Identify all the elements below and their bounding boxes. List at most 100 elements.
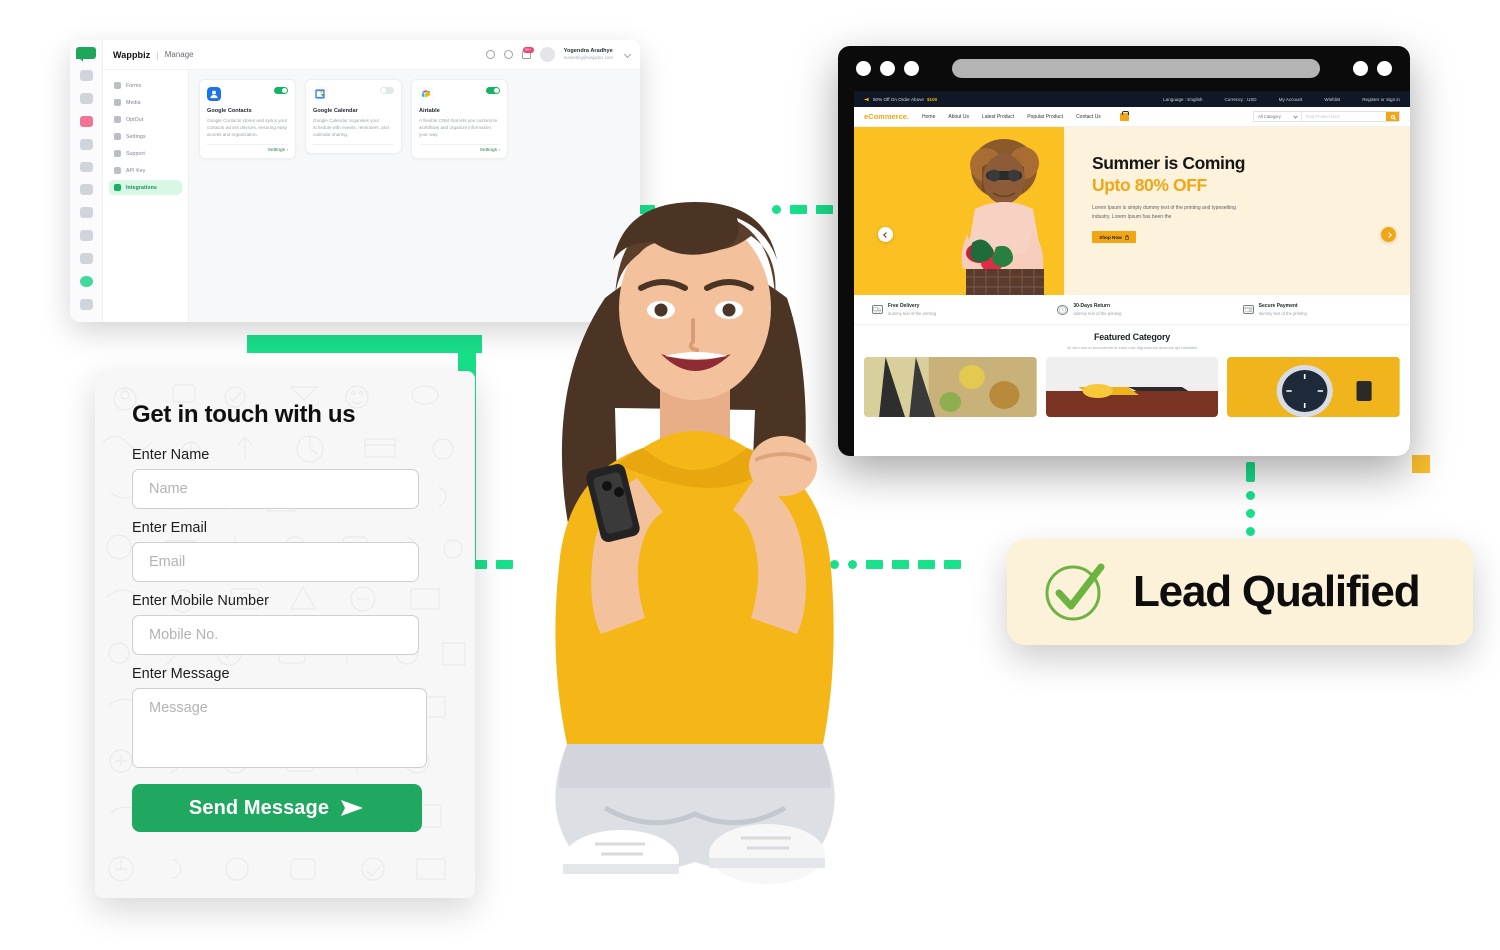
browser-address-bar[interactable]: [952, 59, 1320, 78]
user-name: Yogendra Aradhye: [563, 48, 613, 54]
sidebar-item-optout[interactable]: OptOut: [109, 112, 182, 127]
wishlist-link[interactable]: Wishlist: [1324, 97, 1340, 102]
rail-campaign-icon[interactable]: [79, 115, 93, 127]
nav-item-home[interactable]: Home: [922, 114, 935, 120]
feature-30-days-return: 30-Days Return dummy text of the printin…: [1039, 303, 1224, 316]
check-circle-icon: [1045, 563, 1105, 621]
divider: [419, 144, 500, 145]
lead-qualified-label: Lead Qualified: [1133, 567, 1421, 616]
send-plane-icon: [341, 800, 364, 816]
integration-toggle[interactable]: [380, 87, 394, 94]
sidebar-item-forms[interactable]: Forms: [109, 78, 182, 93]
send-message-button[interactable]: Send Message: [132, 784, 422, 832]
divider: [207, 144, 288, 145]
chevron-down-icon[interactable]: [623, 50, 632, 59]
header-actions: 99+ Yogendra Aradhye marketing@wappbiz.c…: [485, 47, 632, 62]
ecommerce-navbar: eCommerce. Home About Us Latest Product …: [854, 107, 1410, 127]
shop-now-button[interactable]: Shop Now: [1092, 231, 1136, 243]
mobile-input[interactable]: Mobile No.: [132, 615, 419, 655]
promo-text: 50% Off On Order Above: [873, 96, 924, 102]
category-card-watch[interactable]: [1227, 357, 1401, 417]
forms-icon: [114, 82, 121, 89]
sidebar-label: Settings: [126, 133, 146, 140]
dashboard-sidebar: Forms Media OptOut Settings Support API …: [103, 70, 189, 322]
card-settings-link[interactable]: Settings ›: [207, 148, 288, 153]
nav-item-latest-product[interactable]: Latest Product: [982, 114, 1014, 120]
browser-minimize-dot[interactable]: [880, 61, 895, 76]
sidebar-item-settings[interactable]: Settings: [109, 129, 182, 144]
integration-card[interactable]: Google Contacts Google Contacts stores a…: [199, 79, 296, 159]
send-button-label: Send Message: [188, 796, 330, 819]
search-input[interactable]: Find Product Here: [1302, 112, 1386, 121]
sidebar-item-support[interactable]: Support: [109, 146, 182, 161]
dashboard-brand: Wappbiz: [113, 49, 151, 60]
card-description: Google Calendar organises your schedule …: [313, 118, 389, 137]
watch-category-image: [1227, 357, 1401, 417]
nav-item-popular-product[interactable]: Popular Product: [1027, 114, 1063, 120]
chevron-down-icon: [1293, 114, 1298, 119]
wallet-icon[interactable]: [503, 50, 513, 59]
features-strip: Free Delivery dummy text of the printing…: [854, 295, 1410, 325]
notifications-bell-icon[interactable]: 99+: [521, 47, 534, 59]
promo-banner: 50% Off On Order Above $100: [864, 97, 937, 102]
language-selector[interactable]: Language : English: [1163, 97, 1202, 102]
rail-bot-icon[interactable]: [79, 230, 93, 242]
promo-amount: $100: [926, 96, 938, 102]
category-select-value: All Category: [1258, 114, 1281, 119]
sidebar-item-integrations[interactable]: Integrations: [109, 180, 182, 195]
message-textarea[interactable]: Message: [132, 688, 427, 768]
sidebar-label: Support: [126, 150, 145, 157]
megaphone-icon: [864, 97, 869, 101]
category-card-eyewear[interactable]: [1045, 357, 1219, 417]
browser-action-dot-1[interactable]: [1353, 61, 1368, 76]
search-button[interactable]: [1386, 112, 1399, 121]
avatar[interactable]: [539, 47, 555, 62]
eyewear-category-image: [1045, 357, 1219, 417]
name-input[interactable]: Name: [132, 469, 419, 509]
integration-toggle[interactable]: [486, 87, 500, 94]
dashboard-header: Wappbiz | Manage 99+ Yogendra Aradhye ma…: [103, 40, 640, 70]
person-photo: [555, 202, 835, 890]
currency-selector[interactable]: Currency : USD: [1224, 97, 1256, 102]
nav-item-contact-us[interactable]: Contact Us: [1076, 114, 1101, 120]
sidebar-label: Forms: [126, 82, 142, 89]
return-clock-icon: [1057, 304, 1069, 315]
rail-templates-icon[interactable]: [79, 184, 93, 196]
rail-dashboard-icon[interactable]: [79, 69, 93, 81]
my-account-link[interactable]: My Account: [1279, 97, 1303, 102]
help-icon[interactable]: [485, 50, 495, 59]
shopping-bag-icon[interactable]: [1119, 110, 1129, 121]
hero-model-photo: [961, 139, 1044, 295]
browser-close-dot[interactable]: [856, 61, 871, 76]
sidebar-item-api-key[interactable]: API Key: [109, 163, 182, 178]
rail-inbox-icon[interactable]: [79, 92, 93, 104]
email-input[interactable]: Email: [132, 542, 419, 582]
integration-card[interactable]: Airtable A flexible CRM that lets you cu…: [411, 79, 508, 159]
topbar-links: Language : English Currency : USD My Acc…: [1163, 97, 1400, 102]
sidebar-item-media[interactable]: Media: [109, 95, 182, 110]
rail-analytics-icon[interactable]: [79, 253, 93, 265]
hero-next-button[interactable]: [1381, 227, 1396, 242]
rail-chat-icon[interactable]: [79, 207, 93, 219]
email-field-label: Enter Email: [132, 520, 207, 536]
decorative-yellow-square: [1412, 455, 1430, 473]
card-header: [313, 87, 394, 101]
rail-broadcast-icon[interactable]: [79, 138, 93, 150]
feature-text: 30-Days Return dummy text of the printin…: [1073, 303, 1121, 316]
rail-integrations-icon[interactable]: [79, 276, 93, 288]
ecommerce-logo[interactable]: eCommerce.: [864, 112, 909, 121]
divider: [313, 144, 394, 145]
decorative-dash-column: [1246, 462, 1255, 536]
rail-settings-icon[interactable]: [79, 299, 93, 311]
feature-desc: dummy text of the printing: [1073, 310, 1122, 316]
category-select[interactable]: All Category: [1254, 112, 1302, 121]
integration-toggle[interactable]: [274, 87, 288, 94]
rail-contacts-icon[interactable]: [79, 161, 93, 173]
browser-maximize-dot[interactable]: [904, 61, 919, 76]
bag-icon: [1124, 234, 1129, 240]
google-calendar-icon: [313, 87, 327, 101]
nav-item-about-us[interactable]: About Us: [948, 114, 969, 120]
signin-link[interactable]: Register or Sign in: [1362, 97, 1400, 102]
integration-card[interactable]: Google Calendar Google Calendar organise…: [305, 79, 402, 154]
browser-action-dot-2[interactable]: [1377, 61, 1392, 76]
